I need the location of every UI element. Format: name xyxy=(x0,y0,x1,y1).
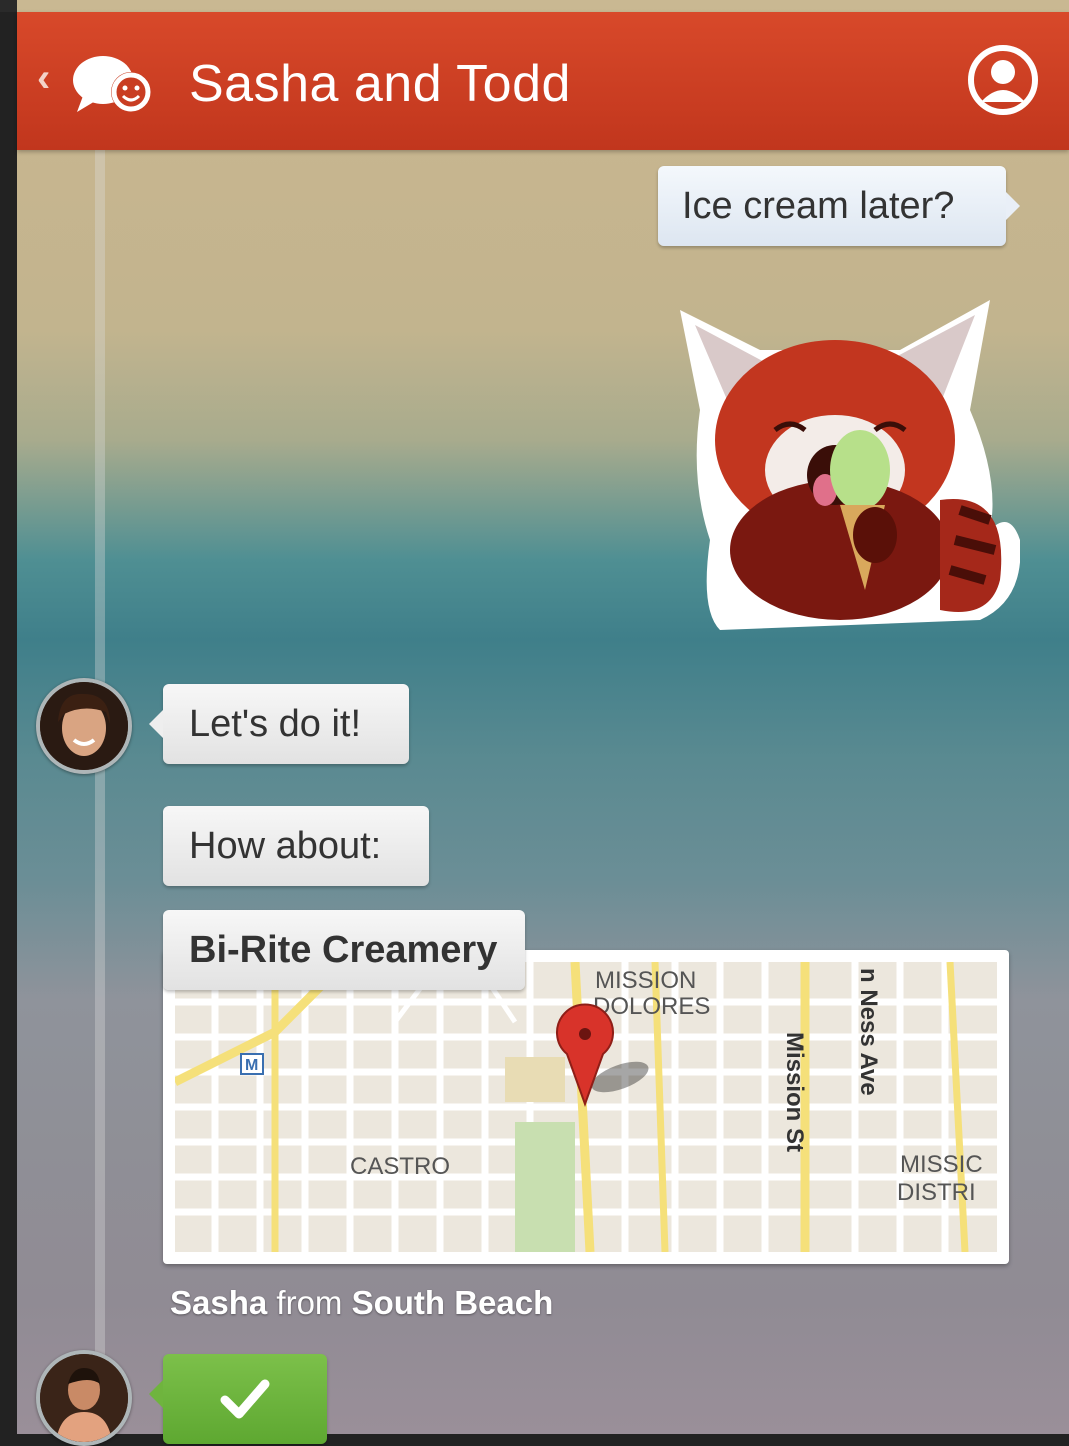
app-header: ‹ Sasha and Todd xyxy=(17,12,1069,150)
location-map[interactable]: MISSION DOLORES CASTRO MISSIC DISTRI Mis… xyxy=(163,950,1009,1264)
avatar-sasha[interactable] xyxy=(36,678,132,774)
chat-bubbles-icon[interactable] xyxy=(69,50,159,120)
message-bubble-incoming[interactable]: How about: xyxy=(163,806,429,886)
red-panda-ice-cream-sticker[interactable] xyxy=(640,280,1020,650)
map-label-van-ness: n Ness Ave xyxy=(855,968,882,1096)
conversation-title: Sasha and Todd xyxy=(189,55,571,113)
map-label-mission-district: DISTRI xyxy=(897,1179,976,1206)
map-label-mission-district: MISSIC xyxy=(900,1151,983,1178)
avatar-todd[interactable] xyxy=(36,1350,132,1446)
map-label-mission-dolores: MISSION xyxy=(595,967,696,994)
message-bubble-incoming[interactable]: Let's do it! xyxy=(149,684,409,764)
accept-button[interactable] xyxy=(149,1354,327,1444)
conversation-timeline xyxy=(95,150,105,1434)
avatar-photo xyxy=(40,682,128,770)
map-label-mission-dolores: DOLORES xyxy=(593,993,710,1020)
chevron-left-icon[interactable]: ‹ xyxy=(37,56,50,101)
map-label-mission-st: Mission St xyxy=(781,1032,808,1152)
place-name-label[interactable]: Bi-Rite Creamery xyxy=(163,910,525,990)
location-caption: Sasha from South Beach xyxy=(170,1284,553,1322)
avatar-photo xyxy=(40,1354,128,1442)
map-label-castro: CASTRO xyxy=(350,1153,450,1180)
metro-label: M xyxy=(245,1057,258,1074)
sender-location: South Beach xyxy=(351,1284,554,1321)
caption-from: from xyxy=(276,1284,343,1321)
map-tiles: MISSION DOLORES CASTRO MISSIC DISTRI Mis… xyxy=(175,962,997,1252)
profile-icon[interactable] xyxy=(967,44,1039,116)
sender-name: Sasha xyxy=(170,1284,268,1321)
message-bubble-outgoing[interactable]: Ice cream later? xyxy=(658,166,1020,246)
checkmark-icon xyxy=(220,1379,270,1419)
